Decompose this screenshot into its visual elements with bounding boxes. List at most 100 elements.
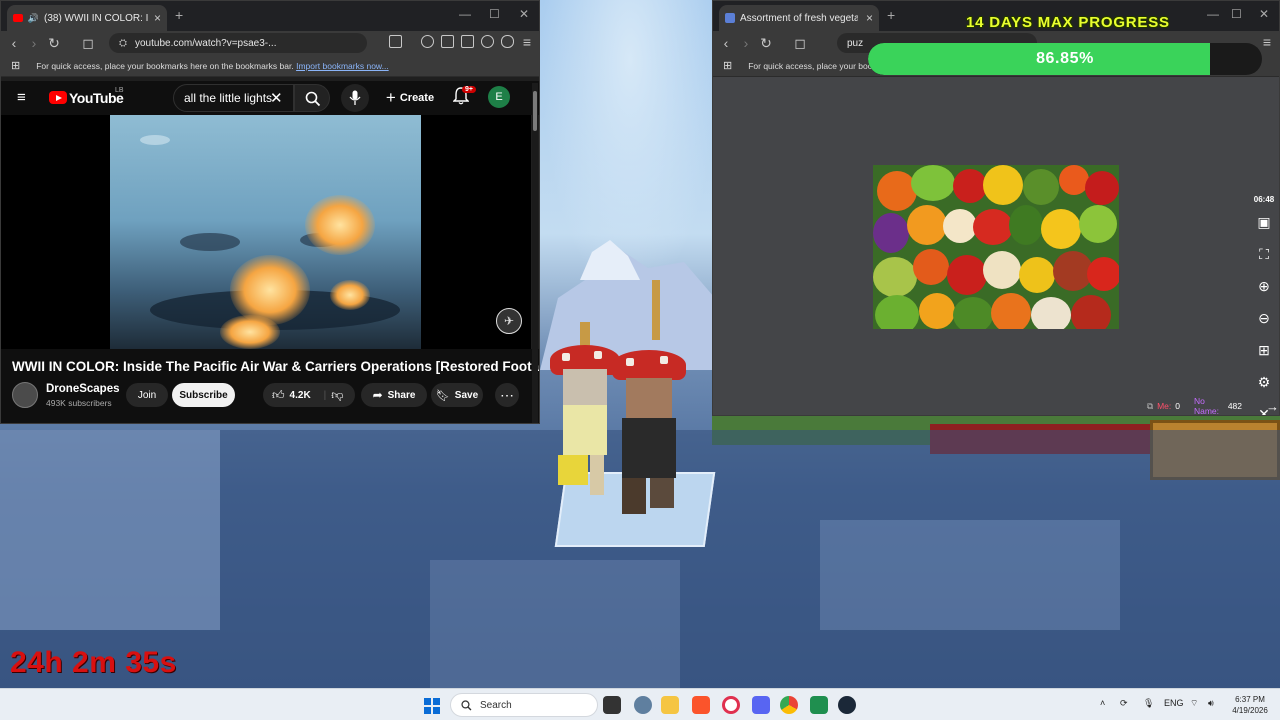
- taskbar-search-placeholder: Search: [480, 699, 512, 711]
- close-tab-icon[interactable]: ×: [866, 11, 873, 25]
- browser-tab[interactable]: Assortment of fresh vegetables ×: [719, 5, 879, 31]
- youtube-logo-icon[interactable]: [49, 91, 67, 104]
- brave-browser-icon[interactable]: [692, 696, 710, 714]
- channel-avatar[interactable]: [12, 382, 38, 408]
- network-icon[interactable]: ⟳: [1120, 698, 1128, 709]
- score-other-label: No Name:: [1193, 396, 1220, 416]
- search-value: all the little lights: [184, 91, 273, 105]
- clock-time: 6:37 PM: [1235, 695, 1265, 704]
- video-player[interactable]: ✈: [1, 115, 531, 349]
- arrow-right-icon[interactable]: →: [1266, 399, 1279, 414]
- file-explorer-icon[interactable]: [661, 696, 679, 714]
- start-button-icon[interactable]: [424, 698, 440, 714]
- browser-tab[interactable]: 🔊 (38) WWII IN COLOR: Inside T ×: [7, 5, 167, 31]
- notification-badge: 9+: [462, 86, 476, 93]
- youtube-header: ≡ YouTube LB all the little lights ✕ + C…: [1, 81, 539, 115]
- close-tab-icon[interactable]: ×: [154, 11, 161, 25]
- puzzle-area[interactable]: 06:48 ▣ ⛶ ⊕ ⊖ ⊞ ⚙ ✕: [713, 77, 1279, 415]
- menu-icon[interactable]: ≡: [517, 34, 537, 50]
- forward-icon[interactable]: ›: [736, 35, 756, 51]
- import-bookmarks-link[interactable]: Import bookmarks now...: [296, 61, 389, 71]
- address-bar[interactable]: ⛭ youtube.com/watch?v=psae3-...: [109, 33, 367, 53]
- water-reflection: [820, 520, 1120, 630]
- bookmarks-hint: For quick access, place your book: [748, 60, 877, 71]
- media-icon[interactable]: [421, 35, 434, 48]
- sky-glow: [540, 0, 720, 300]
- like-count[interactable]: 4.2K: [290, 390, 311, 401]
- bookmark-icon[interactable]: ◻: [78, 35, 98, 52]
- back-icon[interactable]: ‹: [4, 35, 24, 51]
- water-reflection: [430, 560, 680, 688]
- water-reflection: [0, 430, 220, 630]
- like-icon[interactable]: 👍︎: [272, 388, 285, 403]
- chrome-icon[interactable]: [780, 696, 798, 714]
- minimize-icon[interactable]: —: [1207, 7, 1219, 21]
- scrollbar[interactable]: [532, 83, 538, 423]
- clock[interactable]: 6:37 PM 4/19/2026: [1230, 694, 1270, 716]
- forward-icon[interactable]: ›: [24, 35, 44, 51]
- language-indicator[interactable]: ENG: [1164, 698, 1184, 708]
- account-avatar[interactable]: E: [488, 86, 510, 108]
- join-button[interactable]: Join: [126, 383, 168, 407]
- back-icon[interactable]: ‹: [716, 35, 736, 51]
- apps-grid-icon[interactable]: ⊞: [11, 59, 20, 72]
- close-window-icon[interactable]: ✕: [519, 7, 529, 21]
- arrange-pieces-icon[interactable]: ⊞: [1256, 342, 1272, 358]
- apps-grid-icon[interactable]: ⊞: [723, 59, 732, 72]
- new-tab-icon[interactable]: +: [175, 7, 183, 23]
- scrollbar-thumb[interactable]: [533, 91, 537, 131]
- close-window-icon[interactable]: ✕: [1259, 7, 1269, 21]
- task-view-icon[interactable]: [603, 696, 621, 714]
- channel-name[interactable]: DroneScapes: [46, 383, 120, 395]
- audio-icon[interactable]: 🔊: [28, 13, 39, 24]
- progress-percent: 86.85%: [1036, 50, 1094, 67]
- fullscreen-icon[interactable]: ⛶: [1256, 246, 1272, 262]
- browser-toolbar: ‹ › ↻ ◻ ⛭ youtube.com/watch?v=psae3-... …: [1, 31, 539, 55]
- maximize-icon[interactable]: ☐: [1231, 7, 1242, 21]
- more-actions-icon[interactable]: ⋯: [495, 383, 519, 407]
- taskbar-search[interactable]: Search: [450, 693, 598, 717]
- wallet-icon[interactable]: [461, 35, 474, 48]
- hamburger-menu-icon[interactable]: ≡: [17, 89, 26, 106]
- settings-gear-icon[interactable]: ⚙: [1256, 374, 1272, 390]
- zoom-in-icon[interactable]: ⊕: [1256, 278, 1272, 294]
- subscribe-button[interactable]: Subscribe: [172, 383, 235, 407]
- split-view-icon[interactable]: [441, 35, 454, 48]
- reload-icon[interactable]: ↻: [44, 35, 64, 52]
- channel-watermark-icon[interactable]: ✈: [496, 308, 522, 334]
- new-tab-icon[interactable]: +: [887, 7, 895, 23]
- clear-search-icon[interactable]: ✕: [270, 89, 283, 107]
- save-button[interactable]: 🔖︎ Save: [431, 383, 483, 407]
- score-me-value: 0: [1175, 401, 1180, 411]
- video-frame: [110, 115, 421, 349]
- site-info-icon[interactable]: ⛭: [119, 38, 127, 49]
- discord-icon[interactable]: [752, 696, 770, 714]
- maximize-icon[interactable]: ☐: [489, 7, 500, 21]
- tray-expand-icon[interactable]: ˄: [1100, 698, 1105, 708]
- settings-app-icon[interactable]: [634, 696, 652, 714]
- zoom-out-icon[interactable]: ⊖: [1256, 310, 1272, 326]
- opera-icon[interactable]: [722, 696, 740, 714]
- voice-search-button[interactable]: [341, 84, 369, 112]
- create-label: Create: [399, 92, 435, 104]
- spotify-like-app-icon[interactable]: [810, 696, 828, 714]
- preview-image-icon[interactable]: ▣: [1256, 214, 1272, 230]
- dislike-icon[interactable]: 👎︎: [331, 388, 343, 403]
- create-button[interactable]: + Create: [379, 86, 441, 110]
- leo-icon[interactable]: [481, 35, 494, 48]
- microphone-icon[interactable]: 🎙︎: [1143, 698, 1154, 709]
- reload-icon[interactable]: ↻: [756, 35, 776, 52]
- stream-timer: 24h 2m 35s: [10, 646, 177, 679]
- wifi-icon[interactable]: ⌔: [1190, 698, 1198, 709]
- volume-icon[interactable]: 🔊︎: [1208, 698, 1214, 709]
- pieces-icon: ⧉: [1147, 400, 1154, 411]
- sidebar-icon[interactable]: [389, 35, 402, 48]
- jigsaw-puzzle-image[interactable]: [873, 165, 1119, 329]
- bookmark-icon[interactable]: ◻: [790, 35, 810, 52]
- minimize-icon[interactable]: —: [459, 7, 471, 21]
- steam-icon[interactable]: [838, 696, 856, 714]
- windows-taskbar: Search ˄ ⟳ 🎙︎ ENG ⌔ 🔊︎ 6:37 PM 4/19/2026: [0, 688, 1280, 720]
- share-button[interactable]: ➦ Share: [361, 383, 427, 407]
- search-button[interactable]: [294, 84, 330, 112]
- vpn-icon[interactable]: [501, 35, 514, 48]
